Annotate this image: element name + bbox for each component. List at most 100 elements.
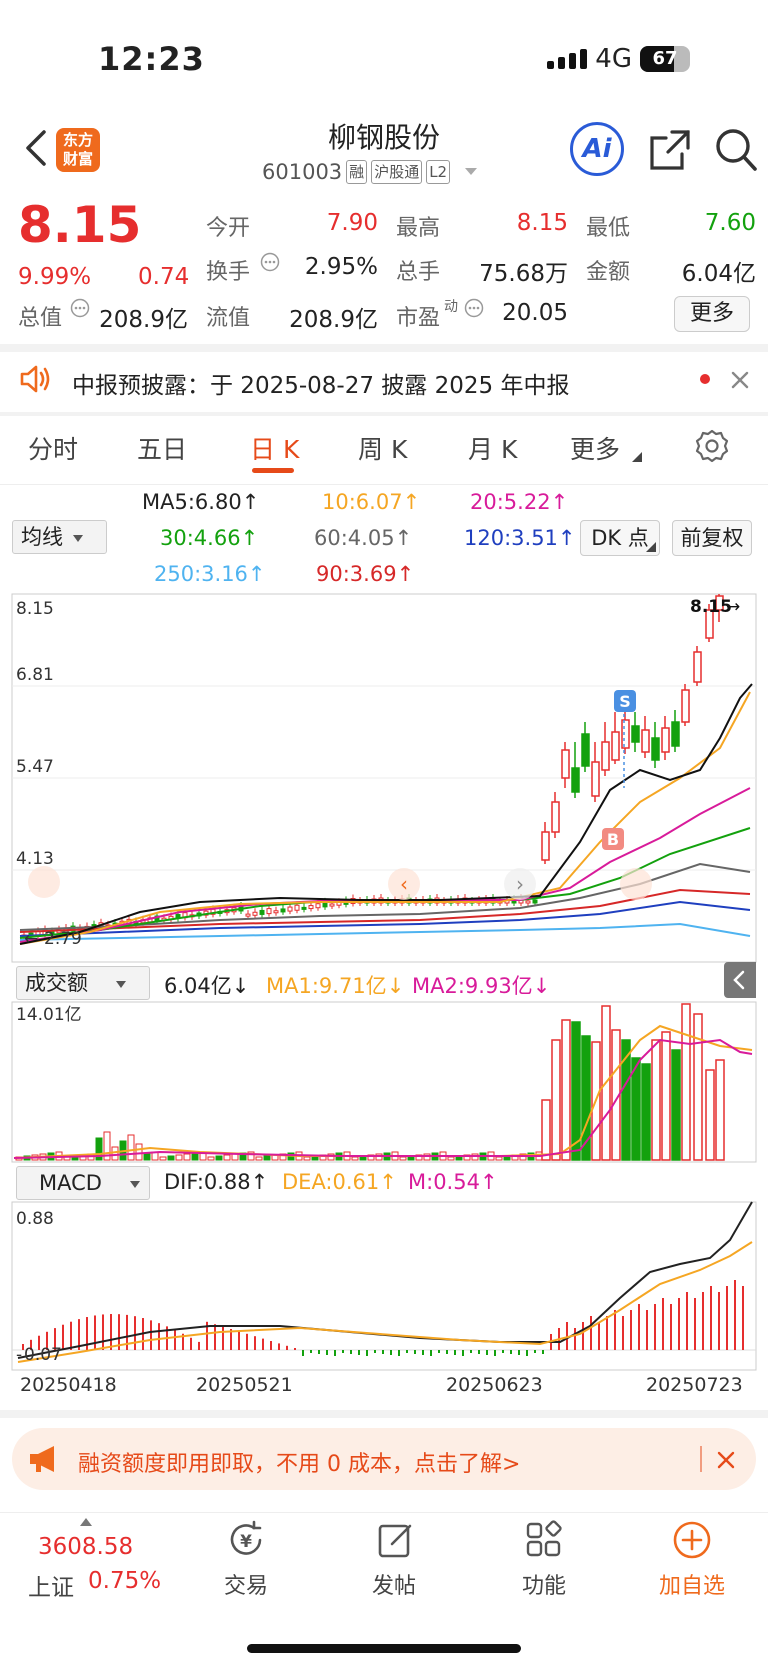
macd-bar [534, 1350, 536, 1353]
caret-down-icon [73, 534, 83, 542]
status-time: 12:23 [98, 40, 205, 78]
macd-bar [614, 1310, 616, 1350]
macd-bar [318, 1350, 320, 1354]
megaphone-icon [30, 1446, 54, 1472]
stock-sub-info[interactable]: 601003 融 沪股通 L2 [262, 160, 478, 184]
tab-intraday[interactable]: 分时 [28, 430, 78, 466]
volume-arrow: ↓ [231, 974, 250, 998]
macd-bar [494, 1350, 496, 1356]
volume-bar [399, 1156, 407, 1161]
macd-bar [62, 1324, 64, 1350]
ma20-arrow: ↑ [550, 490, 569, 514]
macd-bar [686, 1292, 688, 1350]
section-divider [0, 1410, 768, 1418]
volume-ma2-arrow: ↓ [532, 974, 551, 998]
macd-bar [222, 1326, 224, 1350]
macd-bar [582, 1322, 584, 1350]
active-tab-underline [252, 468, 294, 473]
post-icon[interactable] [376, 1520, 416, 1560]
low-point-value: 2.79 [44, 929, 82, 949]
info-dots-icon[interactable] [70, 298, 90, 318]
close-icon[interactable] [730, 370, 750, 390]
high-value: 8.15 [516, 210, 568, 236]
macd-bar [374, 1350, 376, 1353]
mcap-label: 总值 [18, 306, 63, 331]
volume-bar [715, 1059, 725, 1161]
dk-point-button[interactable]: DK 点 [580, 520, 660, 556]
ma-selector-label: 均线 [21, 525, 63, 549]
candle-body [591, 761, 600, 797]
macd-bar [278, 1343, 280, 1350]
volume-indicator-selector[interactable]: 成交额 [16, 966, 150, 1000]
low-value: 7.60 [704, 210, 756, 236]
candle-body [631, 725, 640, 743]
macd-bar [486, 1350, 488, 1355]
macd-dea-line [17, 1241, 753, 1363]
date-label-4: 20250723 [646, 1374, 743, 1396]
more-quote-button[interactable]: 更多 [674, 296, 750, 332]
status-indicators: 4G 67 [547, 44, 690, 74]
candle-body [681, 689, 690, 723]
tab-five-day[interactable]: 五日 [137, 430, 187, 466]
volume-ma2-text: MA2:9.93亿 [412, 974, 533, 998]
float-label: 流值 [206, 306, 251, 331]
macd-bar [694, 1298, 696, 1350]
tab-daily-k[interactable]: 日 K [250, 430, 299, 466]
volume-chart[interactable]: 14.01亿 [0, 1000, 768, 1164]
tab-separator [0, 484, 768, 485]
forward-adjust-button[interactable]: 前复权 [672, 520, 752, 556]
search-icon[interactable] [714, 126, 758, 174]
legend-ma10: 10:6.07↑ [322, 490, 420, 514]
chevron-left-icon [733, 970, 745, 990]
macd-selector-label: MACD [39, 1171, 102, 1195]
macd-bar [646, 1310, 648, 1350]
trade-icon[interactable]: ¥ [226, 1520, 266, 1560]
index-value[interactable]: 3608.58 [38, 1534, 133, 1560]
nav-trade[interactable]: 交易 [186, 1568, 306, 1600]
y-label-top: 8.15 [16, 599, 54, 619]
speaker-icon [20, 365, 50, 393]
volume-bar [191, 1152, 199, 1161]
collapse-handle[interactable] [724, 962, 756, 998]
dropdown-icon [465, 168, 478, 175]
kline-chart[interactable]: S B ‹ › 8.15 6.81 5.47 4.13 8.15 → ← 2.7… [0, 592, 768, 964]
candle-body [266, 908, 272, 915]
settings-icon[interactable] [694, 428, 730, 464]
pe-label: 市盈 [396, 306, 441, 331]
share-icon[interactable] [648, 128, 692, 172]
volume-bar [641, 1063, 651, 1161]
nav-functions[interactable]: 功能 [484, 1568, 604, 1600]
close-icon[interactable] [716, 1450, 736, 1470]
macd-bar [718, 1292, 720, 1350]
ma5-arrow: ↑ [241, 490, 260, 514]
macd-chart[interactable]: 0.88 - 0.07 [0, 1200, 768, 1372]
notice-text[interactable]: 中报预披露：于 2025-08-27 披露 2025 年中报 [72, 366, 569, 400]
macd-m-arrow: ↑ [479, 1170, 498, 1194]
ma250-arrow: ↑ [247, 562, 266, 586]
ma-selector[interactable]: 均线 [12, 520, 107, 554]
volume-value-text: 6.04亿 [164, 974, 232, 998]
macd-bar [726, 1286, 728, 1350]
info-dots-icon[interactable] [464, 298, 484, 318]
ma10-line [19, 691, 751, 945]
add-watchlist-icon[interactable] [672, 1520, 712, 1560]
tab-monthly-k[interactable]: 月 K [468, 430, 517, 466]
index-change[interactable]: 0.75% [88, 1568, 161, 1594]
macd-bar [198, 1341, 200, 1350]
index-name[interactable]: 上证 [28, 1568, 74, 1602]
volume-ma1: MA1:9.71亿↓ [266, 970, 404, 1000]
candle-body [308, 905, 314, 910]
turnover-value: 2.95% [304, 254, 378, 280]
volume-bar [351, 1156, 359, 1161]
macd-indicator-selector[interactable]: MACD [16, 1166, 150, 1200]
apps-icon[interactable] [524, 1520, 564, 1560]
ai-button[interactable]: Ai [570, 122, 624, 176]
nav-post[interactable]: 发帖 [334, 1568, 454, 1600]
nav-add-watchlist[interactable]: 加自选 [632, 1568, 752, 1600]
tab-weekly-k[interactable]: 周 K [358, 430, 407, 466]
promo-banner-text[interactable]: 融资额度即用即取，不用 0 成本，点击了解> [78, 1446, 520, 1478]
candle-body [259, 909, 265, 915]
svg-text:¥: ¥ [240, 1532, 252, 1552]
tab-more[interactable]: 更多 [570, 430, 620, 466]
info-dots-icon[interactable] [260, 252, 280, 272]
